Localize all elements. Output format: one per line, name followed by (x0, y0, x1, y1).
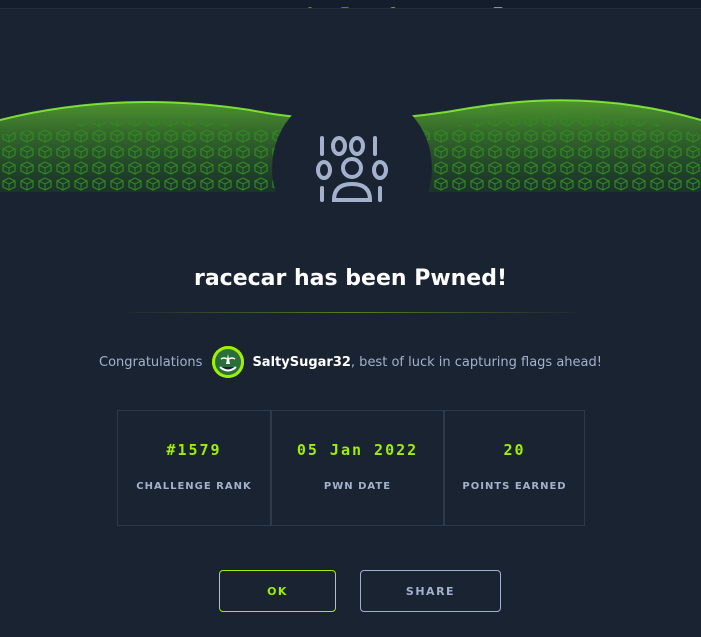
stat-label: CHALLENGE RANK (136, 481, 252, 492)
share-button[interactable]: SHARE (360, 570, 501, 612)
binary-user-icon (316, 136, 388, 202)
stat-value: #1579 (166, 441, 222, 459)
username[interactable]: SaltySugar32 (252, 355, 350, 370)
stat-label: PWN DATE (323, 481, 392, 492)
challenge-avatar (272, 88, 432, 248)
stat-value: 05 Jan 2022 (296, 441, 419, 459)
stat-value: 20 (503, 441, 526, 459)
congrats-line: Congratulations SaltySugar32 , best of l… (0, 344, 701, 380)
title-divider (118, 312, 586, 313)
congrats-prefix: Congratulations (99, 354, 203, 370)
ok-button[interactable]: OK (219, 570, 336, 612)
stat-pwn-date: 05 Jan 2022 PWN DATE (271, 410, 444, 526)
user-avatar-icon[interactable] (212, 346, 245, 378)
stat-challenge-rank: #1579 CHALLENGE RANK (117, 410, 271, 526)
stat-label: POINTS EARNED (462, 481, 567, 492)
top-strip (0, 0, 701, 16)
stats-panel: #1579 CHALLENGE RANK 05 Jan 2022 PWN DAT… (117, 410, 585, 528)
page-title: racecar has been Pwned! (193, 266, 508, 291)
stat-points-earned: 20 POINTS EARNED (444, 410, 585, 526)
congrats-suffix: , best of luck in capturing flags ahead! (350, 354, 602, 370)
